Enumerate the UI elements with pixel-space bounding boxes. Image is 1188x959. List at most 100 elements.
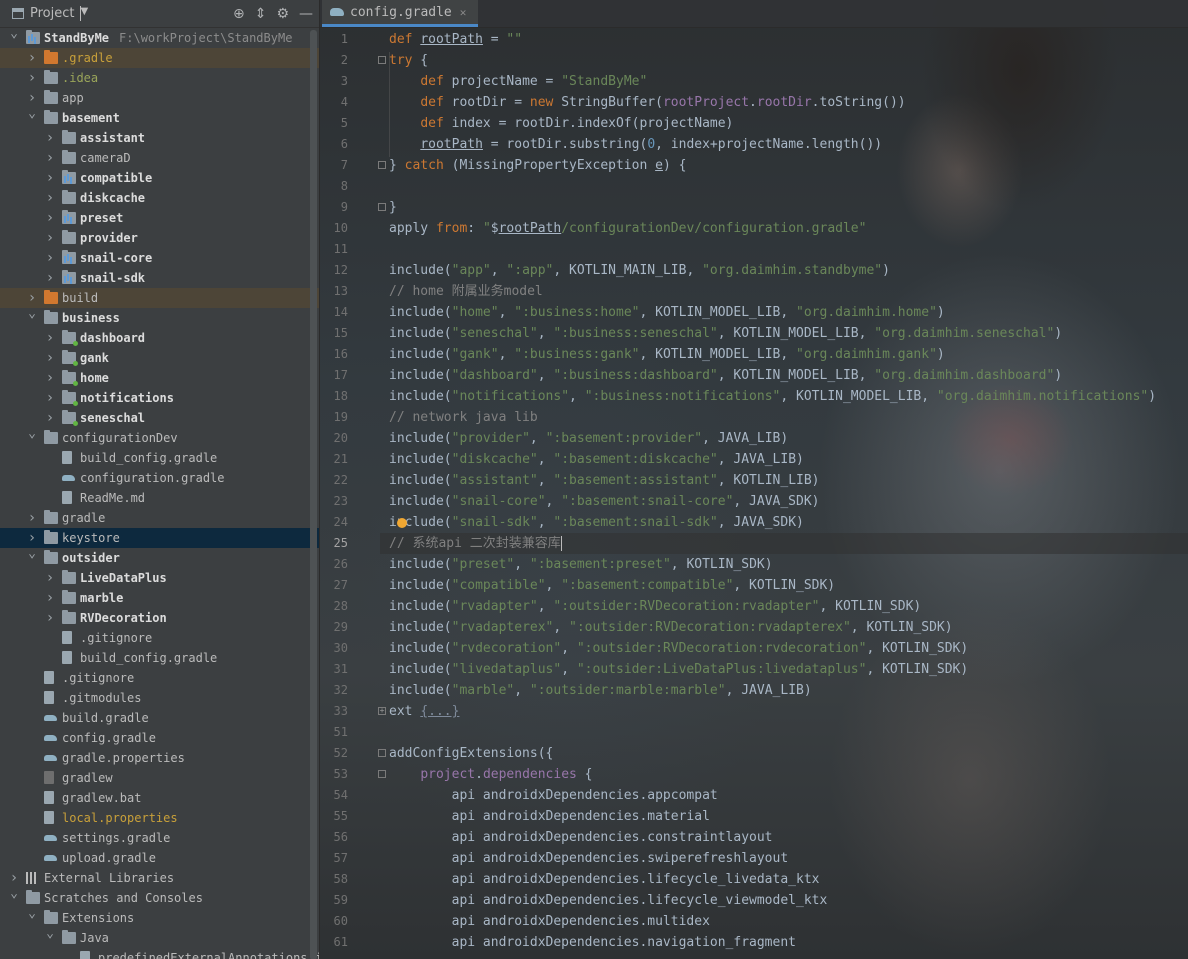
chevron-right-icon[interactable]: › <box>44 248 56 268</box>
code-line[interactable]: include("marble", ":outsider:marble:marb… <box>389 680 812 701</box>
code-line[interactable]: rootPath = rootDir.substring(0, index+pr… <box>389 134 882 155</box>
chevron-right-icon[interactable]: › <box>44 348 56 368</box>
code-line[interactable]: // network java lib <box>389 407 538 428</box>
tree-item[interactable]: ⌄ Java <box>0 926 319 948</box>
tree-item[interactable]: .gitignore <box>0 668 319 688</box>
tree-item[interactable]: › dashboard <box>0 328 319 348</box>
code-line[interactable]: include("notifications", ":business:noti… <box>389 386 1156 407</box>
chevron-right-icon[interactable]: › <box>26 48 38 68</box>
tree-item[interactable]: build.gradle <box>0 708 319 728</box>
tree-item[interactable]: › assistant <box>0 128 319 148</box>
tree-item[interactable]: › snail-core <box>0 248 319 268</box>
chevron-right-icon[interactable]: › <box>26 68 38 88</box>
code-line[interactable]: include("home", ":business:home", KOTLIN… <box>389 302 945 323</box>
tree-item[interactable]: ⌄ Scratches and Consoles <box>0 886 319 908</box>
chevron-down-icon[interactable]: ⌄ <box>26 304 38 324</box>
tree-item[interactable]: › provider <box>0 228 319 248</box>
code-line[interactable]: include("dashboard", ":business:dashboar… <box>389 365 1062 386</box>
tree-item[interactable]: › cameraD <box>0 148 319 168</box>
tree-item[interactable]: › marble <box>0 588 319 608</box>
code-line[interactable]: include("rvadapter", ":outsider:RVDecora… <box>389 596 921 617</box>
tree-item[interactable]: › .gradle <box>0 48 319 68</box>
chevron-down-icon[interactable]: ⌄ <box>26 904 38 924</box>
code-line[interactable]: include("diskcache", ":basement:diskcach… <box>389 449 804 470</box>
code-line[interactable]: include("rvadapterex", ":outsider:RVDeco… <box>389 617 953 638</box>
code-line[interactable]: ext {...} <box>389 701 459 722</box>
tree-item[interactable]: .gitignore <box>0 628 319 648</box>
tree-item[interactable]: › snail-sdk <box>0 268 319 288</box>
code-line[interactable]: apply from: "$rootPath/configurationDev/… <box>389 218 866 239</box>
code-line[interactable]: api androidxDependencies.constraintlayou… <box>389 827 773 848</box>
tree-item[interactable]: ⌄ outsider <box>0 546 319 568</box>
code-line[interactable]: include("provider", ":basement:provider"… <box>389 428 788 449</box>
code-line[interactable]: include("app", ":app", KOTLIN_MAIN_LIB, … <box>389 260 890 281</box>
tree-item[interactable]: .gitmodules <box>0 688 319 708</box>
chevron-down-icon[interactable]: ⌄ <box>26 424 38 444</box>
code-line[interactable]: } <box>389 197 397 218</box>
code-line[interactable]: include("rvdecoration", ":outsider:RVDec… <box>389 638 968 659</box>
gear-icon[interactable]: ⚙ <box>276 6 289 22</box>
chevron-right-icon[interactable]: › <box>44 588 56 608</box>
code-line[interactable]: // home 附属业务model <box>389 281 543 302</box>
code-line[interactable]: def index = rootDir.indexOf(projectName) <box>389 113 733 134</box>
tree-item[interactable]: › app <box>0 88 319 108</box>
tree-item[interactable]: › home <box>0 368 319 388</box>
code-line[interactable]: api androidxDependencies.multidex <box>389 911 710 932</box>
tree-item[interactable]: › External Libraries <box>0 868 319 888</box>
tree-item[interactable]: › gank <box>0 348 319 368</box>
intention-bulb-icon[interactable] <box>397 518 407 528</box>
code-line[interactable]: include("preset", ":basement:preset", KO… <box>389 554 773 575</box>
tree-item[interactable]: build_config.gradle <box>0 648 319 668</box>
code-line[interactable]: api androidxDependencies.material <box>389 806 710 827</box>
code-line[interactable]: api androidxDependencies.lifecycle_viewm… <box>389 890 828 911</box>
project-scrollbar[interactable] <box>310 30 317 959</box>
chevron-down-icon[interactable]: ▼ <box>80 6 88 21</box>
tree-item[interactable]: ⌄ StandByMe F:\workProject\StandByMe <box>0 28 319 48</box>
tree-item[interactable]: settings.gradle <box>0 828 319 848</box>
tree-item[interactable]: config.gradle <box>0 728 319 748</box>
chevron-down-icon[interactable]: ⌄ <box>26 104 38 124</box>
tree-item[interactable]: gradlew <box>0 768 319 788</box>
chevron-right-icon[interactable]: › <box>44 188 56 208</box>
code-line[interactable]: api androidxDependencies.appcompat <box>389 785 718 806</box>
tree-item[interactable]: › notifications <box>0 388 319 408</box>
chevron-right-icon[interactable]: › <box>44 368 56 388</box>
tree-item[interactable]: ⌄ configurationDev <box>0 426 319 448</box>
code-line[interactable]: include("livedataplus", ":outsider:LiveD… <box>389 659 968 680</box>
code-line[interactable]: def projectName = "StandByMe" <box>389 71 647 92</box>
tree-item[interactable]: upload.gradle <box>0 848 319 868</box>
tree-item[interactable]: ⌄ basement <box>0 106 319 128</box>
locate-icon[interactable]: ⊕ <box>233 6 245 22</box>
tree-item[interactable]: › LiveDataPlus <box>0 568 319 588</box>
tree-item[interactable]: configuration.gradle <box>0 468 319 488</box>
code-line[interactable]: include("assistant", ":basement:assistan… <box>389 470 820 491</box>
code-line[interactable]: } catch (MissingPropertyException e) { <box>389 155 686 176</box>
code-line[interactable]: api androidxDependencies.lifecycle_lived… <box>389 869 820 890</box>
chevron-right-icon[interactable]: › <box>44 148 56 168</box>
code-line[interactable]: def rootPath = "" <box>389 29 522 50</box>
tree-item[interactable]: local.properties <box>0 808 319 828</box>
tree-item[interactable]: build_config.gradle <box>0 448 319 468</box>
tree-item[interactable]: › preset <box>0 208 319 228</box>
tree-item[interactable]: › seneschal <box>0 408 319 428</box>
code-line[interactable]: project.dependencies { <box>389 764 592 785</box>
tree-item[interactable]: predefinedExternalAnnotations.js <box>0 948 319 959</box>
chevron-right-icon[interactable]: › <box>44 608 56 628</box>
code-line[interactable]: addConfigExtensions({ <box>389 743 553 764</box>
code-line[interactable]: // 系统api 二次封装兼容库 <box>389 533 562 554</box>
chevron-down-icon[interactable]: ⌄ <box>8 884 20 904</box>
code-view[interactable]: def rootPath = "" try { def projectName =… <box>320 28 1188 959</box>
chevron-right-icon[interactable]: › <box>44 168 56 188</box>
close-icon[interactable]: ✕ <box>460 6 467 19</box>
chevron-right-icon[interactable]: › <box>44 268 56 288</box>
chevron-right-icon[interactable]: › <box>44 128 56 148</box>
chevron-down-icon[interactable]: ⌄ <box>26 544 38 564</box>
chevron-right-icon[interactable]: › <box>26 508 38 528</box>
hide-icon[interactable]: — <box>299 6 313 22</box>
chevron-right-icon[interactable]: › <box>44 228 56 248</box>
code-line[interactable]: include("snail-core", ":basement:snail-c… <box>389 491 819 512</box>
code-line[interactable]: include("snail-sdk", ":basement:snail-sd… <box>389 512 804 533</box>
project-view-title[interactable]: Project <box>30 6 74 21</box>
code-line[interactable]: try { <box>389 50 428 71</box>
tree-item[interactable]: › .idea <box>0 68 319 88</box>
